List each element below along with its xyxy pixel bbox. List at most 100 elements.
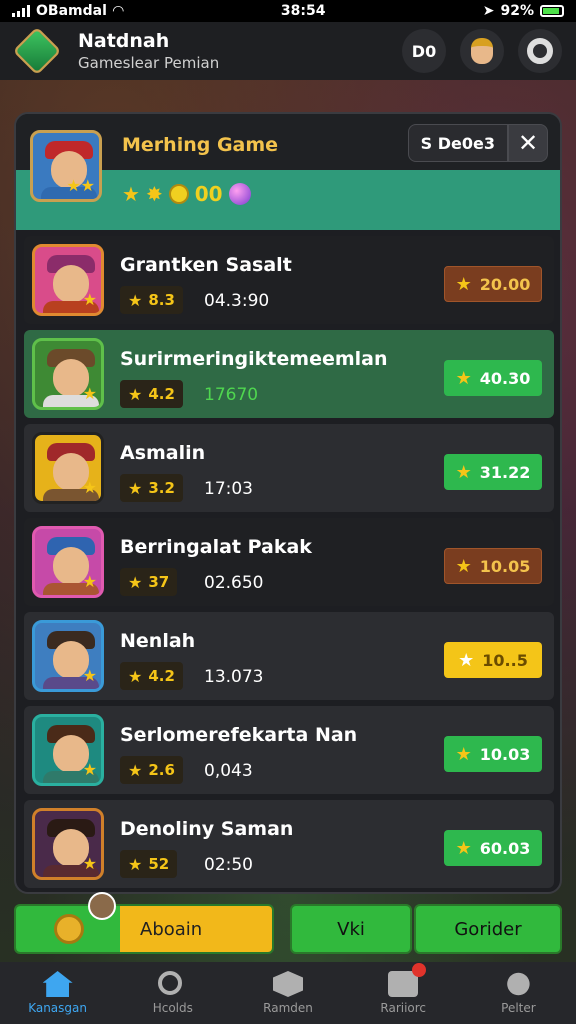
star-badge-icon: ★ [82,854,97,873]
game-row[interactable]: ★ Nenlah ★ 4.2 13.073 ★ 10..5 [24,612,554,700]
rating-badge: ★ 37 [120,568,178,596]
star-badge-icon: ★ [82,760,97,779]
price-value: 10..5 [482,650,528,670]
game-row[interactable]: ★ Grantken Sasalt ★ 8.3 04.3:90 ★ 20.00 [24,236,554,324]
game-name: Denoliny Saman [120,818,294,840]
notification-box-icon [388,963,427,997]
star-icon: ★ [128,666,143,686]
price-button[interactable]: ★ 40.30 [444,360,542,396]
stat-value: 17:03 [204,479,253,499]
action-bar: Aboain Vki Gorider [14,892,562,954]
star-icon: ★ [455,273,472,295]
rating-value: 2.6 [148,761,175,779]
medal-icon [54,914,84,944]
rating-badge: ★ 3.2 [120,474,183,502]
rating-badge: ★ 4.2 [120,380,183,408]
price-value: 60.03 [479,838,531,858]
star-badge-icon: ★ [82,666,97,685]
tab-label: Rariiorc [380,1001,427,1015]
game-avatar: ★ [32,620,104,692]
star-badge-icon: ★ [82,290,97,309]
secondary-action-button[interactable]: Vki [290,904,412,954]
star-badge-icon: ★ [82,572,97,591]
game-avatar: ★ [32,808,104,880]
bottom-tab-bar: Kanasgan Hcolds Ramden Rariiorc Pelter [0,962,576,1024]
rating-value: 4.2 [148,385,175,403]
close-button[interactable]: ✕ [508,124,548,162]
app-title: Natdnah [78,30,170,52]
tab-label: Ramden [263,1001,313,1015]
price-button[interactable]: ★ 10.03 [444,736,542,772]
game-row[interactable]: ★ Asmalin ★ 3.2 17:03 ★ 31.22 [24,424,554,512]
star-icon: ★ [455,555,472,577]
game-row[interactable]: ★ Serlomerefekarta Nan ★ 2.6 0,043 ★ 10.… [24,706,554,794]
price-button[interactable]: ★ 20.00 [444,266,542,302]
coin-icon [168,184,189,204]
player-chip-icon [88,892,116,920]
game-rows: ★ Grantken Sasalt ★ 8.3 04.3:90 ★ 20.00 … [24,236,554,892]
rating-badge: ★ 8.3 [120,286,183,314]
featured-avatar: ★★ [30,130,102,202]
game-avatar: ★ [32,432,104,504]
gear-icon [527,38,553,64]
star-icon: ★ [455,837,472,859]
tab-cube[interactable]: Ramden [230,962,345,1024]
profile-avatar[interactable] [460,29,504,73]
signal-icon [12,5,30,17]
game-name: Serlomerefekarta Nan [120,724,358,746]
star-icon: ★ [128,290,143,310]
wifi-icon: ◠ [112,3,124,19]
primary-action-label: Aboain [120,906,272,952]
featured-game[interactable]: ★★ Merhing Game ★ ✸ 00 S De0e3 ✕ [16,114,560,230]
battery-percent: 92% [500,3,534,19]
tab-notifications[interactable]: Rariiorc [346,962,461,1024]
star-badge-icon: ★ [82,478,97,497]
price-button[interactable]: ★ 10.05 [444,548,542,584]
star-icon: ★ [455,367,472,389]
game-stat: 0,043 [204,761,253,781]
price-value: 40.30 [479,368,531,388]
stat-value: 17670 [204,385,259,405]
game-avatar: ★ [32,338,104,410]
featured-rewards: ★ ✸ 00 [122,182,251,206]
price-button[interactable]: ★ 10..5 [444,642,542,678]
home-icon [42,971,73,997]
sort-button[interactable]: S De0e3 [407,124,508,162]
price-button[interactable]: ★ 60.03 [444,830,542,866]
star-icon: ★ [128,384,143,404]
tab-label: Pelter [501,1001,536,1015]
rating-value: 52 [148,855,170,873]
reward-count: 00 [194,182,223,206]
tertiary-action-button[interactable]: Gorider [414,904,562,954]
primary-action-button[interactable]: Aboain [14,904,274,954]
location-icon: ➤ [482,3,495,19]
game-stat: 17:03 [204,479,253,499]
game-row[interactable]: ★ Berringalat Pakak ★ 37 02.650 ★ 10.05 [24,518,554,606]
header-currency-button[interactable]: D0 [402,29,446,73]
rating-badge: ★ 52 [120,850,178,878]
star-icon: ★ [455,461,472,483]
game-stat: 04.3:90 [204,291,269,311]
price-value: 10.03 [479,744,531,764]
game-row[interactable]: ★ Surirmeringiktemeemlan ★ 4.2 17670 ★ 4… [24,330,554,418]
cube-icon [273,971,303,997]
game-stat: 13.073 [204,667,263,687]
gem-icon [228,183,251,205]
star-badge-icon: ★★ [66,176,95,195]
settings-button[interactable] [518,29,562,73]
search-icon [157,971,182,995]
rating-value: 8.3 [148,291,175,309]
price-button[interactable]: ★ 31.22 [444,454,542,490]
game-name: Berringalat Pakak [120,536,312,558]
status-time: 38:54 [280,3,326,19]
star-icon: ★ [128,478,143,498]
stat-value: 02:50 [204,855,253,875]
tab-search[interactable]: Hcolds [115,962,230,1024]
tab-profile[interactable]: Pelter [461,962,576,1024]
game-list-panel: ★★ Merhing Game ★ ✸ 00 S De0e3 ✕ ★ Grant… [14,112,562,894]
game-avatar: ★ [32,244,104,316]
stat-value: 02.650 [204,573,264,593]
rating-value: 3.2 [148,479,175,497]
tab-home[interactable]: Kanasgan [0,962,115,1024]
game-row[interactable]: ★ Denoliny Saman ★ 52 02:50 ★ 60.03 [24,800,554,888]
